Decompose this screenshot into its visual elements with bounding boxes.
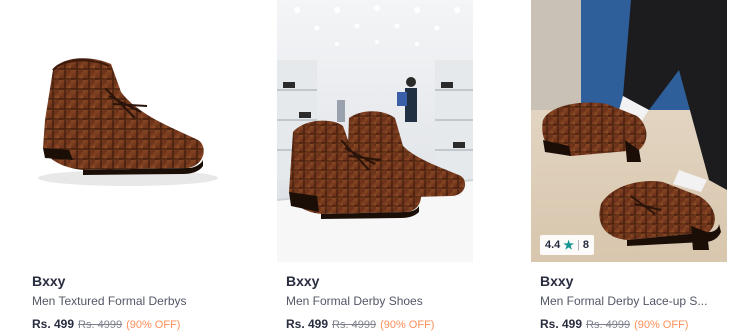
original-price: Rs. 4999 <box>78 319 123 331</box>
product-brand: Bxxy <box>32 273 66 289</box>
product-price: Rs. 499 Rs. 4999 (90% OFF) <box>32 317 180 331</box>
product-card[interactable]: 4.4 ★ | 8 Bxxy Men Formal Derby Lace-up … <box>531 0 747 336</box>
rating-value: 4.4 <box>545 239 561 251</box>
star-icon: ★ <box>563 238 575 252</box>
product-brand: Bxxy <box>540 273 574 289</box>
rating-count: 8 <box>582 239 590 251</box>
product-card[interactable]: Bxxy Men Formal Derby Shoes Rs. 499 Rs. 4… <box>277 0 493 336</box>
rating-badge: 4.4 ★ | 8 <box>540 235 595 255</box>
shoe-image <box>38 58 218 186</box>
original-price: Rs. 4999 <box>332 319 377 331</box>
product-price: Rs. 499 Rs. 4999 (90% OFF) <box>540 317 688 331</box>
product-name: Men Formal Derby Shoes <box>286 294 423 308</box>
current-price: Rs. 499 <box>540 317 583 331</box>
product-image[interactable] <box>23 0 219 262</box>
rating-separator: | <box>577 239 580 251</box>
discount-label: (90% OFF) <box>126 319 181 331</box>
shoe-image <box>531 0 727 262</box>
original-price: Rs. 4999 <box>586 319 631 331</box>
current-price: Rs. 499 <box>32 317 75 331</box>
product-price: Rs. 499 Rs. 4999 (90% OFF) <box>286 317 434 331</box>
product-brand: Bxxy <box>286 273 320 289</box>
discount-label: (90% OFF) <box>380 319 435 331</box>
product-image[interactable] <box>277 0 473 262</box>
product-card[interactable]: Bxxy Men Textured Formal Derbys Rs. 499 R… <box>23 0 239 336</box>
product-name: Men Formal Derby Lace-up S... <box>540 294 708 308</box>
discount-label: (90% OFF) <box>634 319 689 331</box>
current-price: Rs. 499 <box>286 317 329 331</box>
shoe-image <box>277 0 473 262</box>
product-name: Men Textured Formal Derbys <box>32 294 187 308</box>
product-image[interactable] <box>531 0 727 262</box>
